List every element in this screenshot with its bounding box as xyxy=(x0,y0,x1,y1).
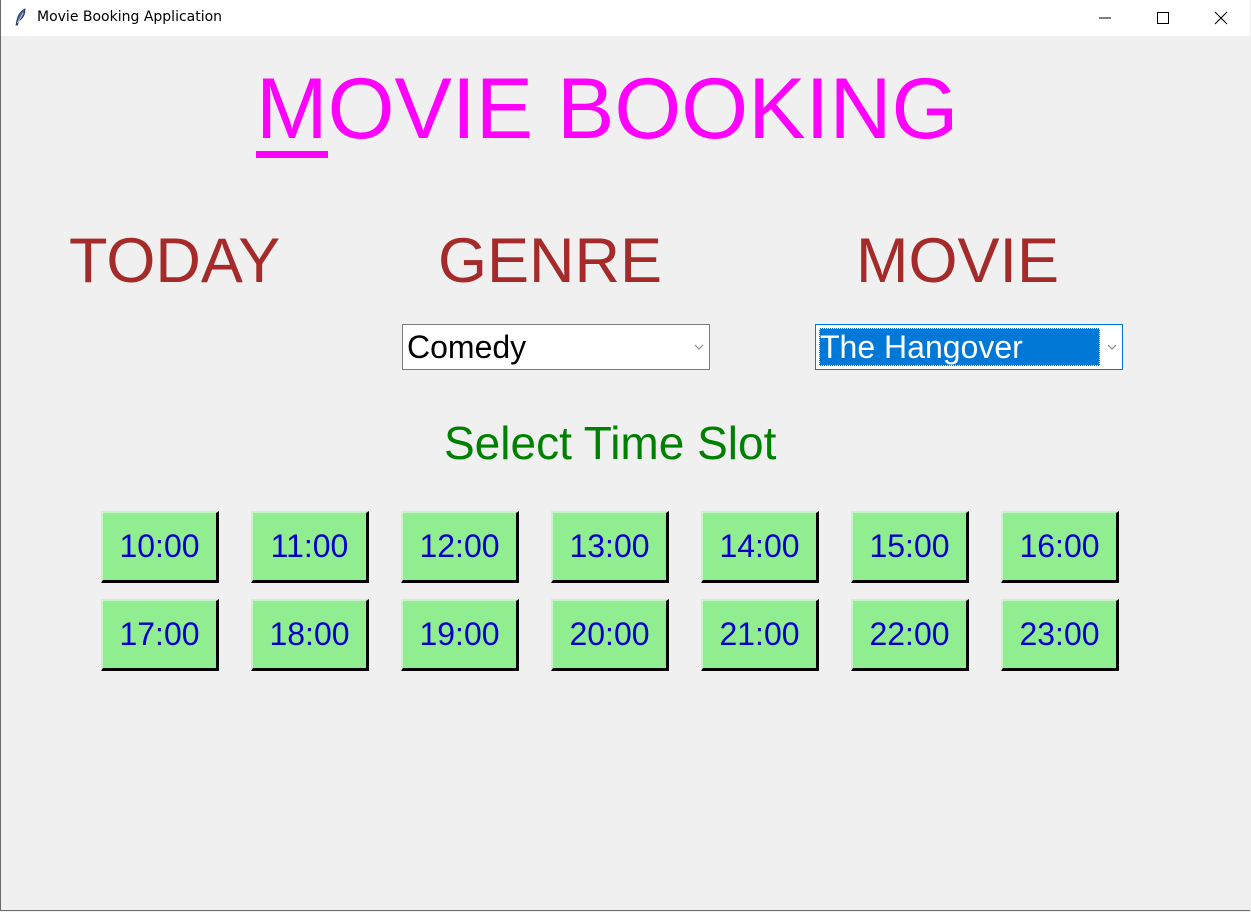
time-slot-button[interactable]: 13:00 xyxy=(551,511,669,583)
time-slot-button[interactable]: 12:00 xyxy=(401,511,519,583)
time-slot-button[interactable]: 15:00 xyxy=(851,511,969,583)
minimize-icon xyxy=(1099,17,1111,19)
time-slot-button[interactable]: 22:00 xyxy=(851,599,969,671)
title-bar[interactable]: Movie Booking Application xyxy=(1,0,1250,36)
time-slot-button[interactable]: 11:00 xyxy=(251,511,369,583)
feather-icon xyxy=(15,8,26,26)
time-slot-button[interactable]: 18:00 xyxy=(251,599,369,671)
movie-select[interactable]: The Hangover xyxy=(815,324,1123,370)
time-slot-button[interactable]: 20:00 xyxy=(551,599,669,671)
close-button[interactable] xyxy=(1192,0,1250,36)
page-title-rest: OVIE BOOKING xyxy=(327,61,959,157)
genre-select-value: Comedy xyxy=(407,329,527,365)
window-title: Movie Booking Application xyxy=(37,9,223,25)
genre-label: GENRE xyxy=(438,226,663,296)
time-slot-button[interactable]: 16:00 xyxy=(1001,511,1119,583)
app-window: Movie Booking Application MOVIE BOOKING … xyxy=(0,0,1250,911)
maximize-button[interactable] xyxy=(1134,0,1192,36)
chevron-down-icon[interactable] xyxy=(1106,342,1118,352)
minimize-button[interactable] xyxy=(1076,0,1134,36)
movie-select-value: The Hangover xyxy=(819,328,1100,366)
time-slot-button[interactable]: 10:00 xyxy=(101,511,219,583)
page-title: MOVIE BOOKING xyxy=(256,61,958,159)
page-title-initial: M xyxy=(256,61,328,159)
genre-select[interactable]: Comedy xyxy=(402,324,710,370)
time-slot-button[interactable]: 14:00 xyxy=(701,511,819,583)
time-slot-button[interactable]: 17:00 xyxy=(101,599,219,671)
maximize-icon xyxy=(1157,12,1169,24)
today-label: TODAY xyxy=(69,226,281,296)
time-slot-button[interactable]: 19:00 xyxy=(401,599,519,671)
time-slot-button[interactable]: 23:00 xyxy=(1001,599,1119,671)
movie-label: MOVIE xyxy=(856,226,1060,296)
chevron-down-icon[interactable] xyxy=(693,342,705,352)
close-icon xyxy=(1214,11,1228,25)
time-slot-heading: Select Time Slot xyxy=(444,417,777,469)
time-slot-button[interactable]: 21:00 xyxy=(701,599,819,671)
